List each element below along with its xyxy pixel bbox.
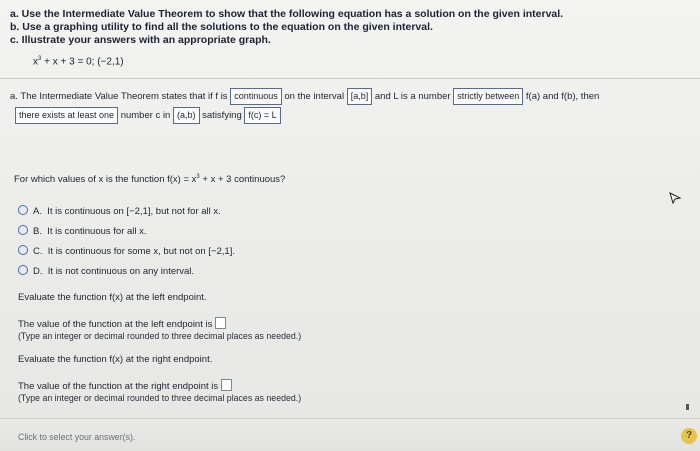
left-endpoint-hint: (Type an integer or decimal rounded to t…: [18, 331, 302, 341]
problem-part-b: b. Use a graphing utility to find all th…: [10, 21, 433, 33]
help-button[interactable]: ?: [681, 428, 697, 444]
divider: [0, 78, 700, 79]
option-b[interactable]: B. It is continuous for all x.: [18, 225, 147, 237]
select-answer-status: Click to select your answer(s).: [18, 432, 136, 442]
right-endpoint-answer-line: The value of the function at the right e…: [18, 379, 233, 392]
equation: x3 + x + 3 = 0; (−2,1): [33, 56, 124, 68]
ivt-answer-box-continuous[interactable]: continuous: [230, 88, 282, 105]
option-d[interactable]: D. It is not continuous on any interval.: [18, 265, 194, 277]
option-c[interactable]: C. It is continuous for some x, but not …: [18, 245, 235, 257]
radio-button[interactable]: [18, 225, 28, 235]
ivt-answer-box-fc[interactable]: f(c) = L: [244, 107, 281, 124]
continuity-question: For which values of x is the function f(…: [14, 174, 286, 186]
left-endpoint-answer-input[interactable]: [215, 317, 227, 329]
ivt-line-2: there exists at least one number c in (a…: [15, 107, 281, 124]
left-endpoint-answer-line: The value of the function at the left en…: [18, 317, 227, 330]
radio-button[interactable]: [18, 205, 28, 215]
ivt-answer-box-strictly-between[interactable]: strictly between: [453, 88, 524, 105]
mouse-cursor-icon: [669, 192, 682, 205]
right-endpoint-prompt: Evaluate the function f(x) at the right …: [18, 354, 213, 365]
ivt-answer-box-exists[interactable]: there exists at least one: [15, 107, 119, 124]
scrollbar-indicator[interactable]: [686, 404, 689, 410]
ivt-answer-box-open-interval[interactable]: (a,b): [172, 107, 200, 124]
problem-part-a: a. Use the Intermediate Value Theorem to…: [10, 8, 564, 20]
radio-button[interactable]: [18, 245, 28, 255]
right-endpoint-answer-input[interactable]: [221, 379, 233, 391]
right-endpoint-hint: (Type an integer or decimal rounded to t…: [18, 393, 302, 403]
question-page: a. Use the Intermediate Value Theorem to…: [0, 0, 700, 451]
problem-part-c: c. Illustrate your answers with an appro…: [10, 34, 271, 46]
left-endpoint-prompt: Evaluate the function f(x) at the left e…: [18, 292, 207, 303]
ivt-answer-box-interval[interactable]: [a,b]: [346, 88, 373, 105]
ivt-line-1: a. The Intermediate Value Theorem states…: [10, 88, 599, 105]
option-a[interactable]: A. It is continuous on [−2,1], but not f…: [18, 205, 221, 217]
radio-button[interactable]: [18, 265, 28, 275]
